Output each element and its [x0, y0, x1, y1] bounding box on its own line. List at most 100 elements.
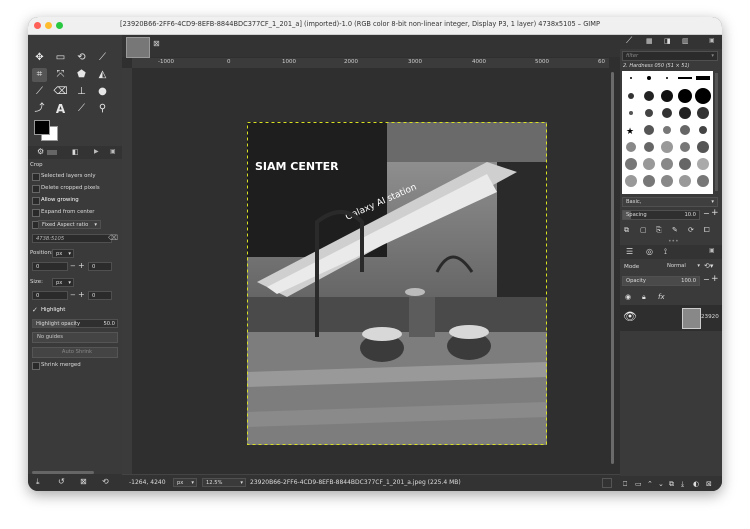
aspect-value-field[interactable]: 4738:5105 — [32, 234, 112, 243]
lasso-tool-icon[interactable]: ⟲ — [74, 51, 89, 65]
selected-layers-only-checkbox[interactable] — [32, 173, 40, 181]
layer-row[interactable]: 👁︎ 23920 — [620, 305, 722, 331]
layers-tab-icon[interactable]: ☰ — [626, 247, 633, 256]
spacing-slider[interactable]: Spacing 10.0 — [622, 210, 700, 220]
crop-tool-icon[interactable]: ⌗ — [32, 68, 47, 82]
lock-icon[interactable]: 🔒︎ — [642, 292, 646, 302]
new-brush-icon[interactable]: ▢ — [640, 225, 647, 235]
copy-brush-icon[interactable]: ⎘ — [656, 225, 662, 235]
delete-cropped-pixels-label: Delete cropped pixels — [41, 185, 100, 191]
smudge-tool-icon[interactable]: ● — [95, 85, 110, 99]
close-tab-icon[interactable]: ⊠ — [153, 39, 160, 48]
patterns-tab-icon[interactable]: ▦ — [646, 37, 653, 45]
composite-mode-icon[interactable]: ⟲▾ — [704, 262, 713, 270]
brush-tag-select[interactable]: Basic, ▾ — [622, 197, 718, 207]
paintbrush-tool-icon[interactable]: ⟋ — [32, 85, 47, 99]
fx-icon[interactable]: fx — [658, 292, 665, 302]
minimize-window-button[interactable] — [45, 22, 52, 29]
allow-growing-checkbox[interactable] — [32, 197, 40, 205]
size-unit-select[interactable]: px ▾ — [52, 278, 74, 287]
expand-from-center-checkbox[interactable] — [32, 209, 40, 217]
size-h-input[interactable]: 0 — [88, 291, 112, 300]
duplicate-brush-icon[interactable]: ⧉ — [624, 225, 629, 235]
guides-select[interactable]: No guides — [32, 332, 118, 343]
tab-menu-right-icon[interactable]: ▣ — [110, 148, 116, 155]
rect-select-tool-icon[interactable]: ▭ — [53, 51, 68, 65]
merge-layer-icon[interactable]: ⤓ — [681, 479, 684, 489]
fuzzy-select-tool-icon[interactable]: ⟋ — [95, 51, 110, 65]
paths-tool-icon[interactable]: ⤴ — [32, 102, 47, 116]
increment-icon[interactable]: + — [711, 208, 719, 218]
shrink-merged-checkbox[interactable] — [32, 362, 40, 370]
fonts-tab-icon[interactable]: ◨ — [664, 37, 671, 45]
tab-menu-icon[interactable]: ▣ — [709, 247, 715, 254]
edit-brush-icon[interactable]: ✎ — [672, 225, 678, 235]
opacity-slider[interactable]: Opacity 100.0 — [622, 276, 700, 286]
delete-layer-icon[interactable]: ⊠ — [706, 479, 712, 489]
close-window-button[interactable] — [34, 22, 41, 29]
aspect-mode-select[interactable]: Fixed Aspect ratio ▾ — [38, 220, 101, 229]
zoom-window-button[interactable] — [56, 22, 63, 29]
transform-tool-icon[interactable]: ⤧ — [53, 68, 68, 82]
decrement-icon[interactable]: − — [703, 209, 710, 218]
move-tool-icon[interactable]: ✥ — [32, 51, 47, 65]
device-status-tab-icon[interactable] — [47, 150, 57, 155]
zoom-select[interactable]: 12.5% ▾ — [202, 478, 246, 487]
open-brush-icon[interactable]: ⧠ — [704, 225, 710, 235]
highlight-opacity-slider[interactable]: Highlight opacity 50.0 — [32, 319, 118, 328]
refresh-brushes-icon[interactable]: ⟳ — [688, 225, 694, 235]
auto-shrink-button[interactable]: Auto Shrink — [32, 347, 118, 358]
warp-tool-icon[interactable]: ⬟ — [74, 68, 89, 82]
new-group-icon[interactable]: ▭ — [635, 479, 642, 489]
scrollbar-thumb[interactable] — [611, 72, 614, 464]
brush-grid-scrollbar[interactable] — [715, 73, 718, 191]
eye-icon[interactable]: 👁︎ — [623, 310, 637, 323]
increment-icon[interactable]: + — [78, 290, 85, 299]
undo-history-tab-icon[interactable]: ◧ — [72, 148, 79, 156]
decrement-icon[interactable]: − — [703, 275, 710, 284]
reset-options-icon[interactable]: ⟲ — [102, 477, 109, 487]
channels-tab-icon[interactable]: ◎ — [646, 247, 653, 256]
clone-tool-icon[interactable]: ⊥ — [74, 85, 89, 99]
bucket-fill-tool-icon[interactable]: ◭ — [95, 68, 110, 82]
clear-field-icon[interactable]: ⌫ — [108, 234, 118, 242]
position-y-input[interactable]: 0 — [88, 262, 112, 271]
mask-icon[interactable]: ◐ — [693, 479, 699, 489]
new-layer-icon[interactable]: ⎕ — [623, 479, 627, 489]
delete-options-icon[interactable]: ⊠ — [80, 477, 87, 487]
unit-select[interactable]: px ▾ — [173, 478, 197, 487]
brush-tag-value: Basic, — [626, 199, 642, 205]
brushes-tab-icon[interactable]: ⟋ — [626, 36, 632, 46]
image-tab-thumbnail[interactable] — [126, 37, 150, 58]
fg-bg-colors[interactable] — [34, 120, 58, 141]
save-options-icon[interactable]: ⤓ — [36, 477, 40, 487]
restore-options-icon[interactable]: ↺ — [58, 477, 65, 487]
text-tool-icon[interactable]: A — [53, 102, 68, 116]
tab-menu-left-icon[interactable]: ▶ — [94, 148, 99, 155]
decrement-icon[interactable]: − — [70, 291, 76, 299]
brush-filter-input[interactable]: filter ▾ — [622, 51, 718, 61]
checkmark-icon[interactable]: ✓ — [32, 306, 38, 314]
position-x-input[interactable]: 0 — [32, 262, 68, 271]
quick-mask-toggle-icon[interactable] — [602, 478, 612, 488]
duplicate-layer-icon[interactable]: ⧉ — [669, 479, 674, 489]
eraser-tool-icon[interactable]: ⌫ — [53, 85, 68, 99]
delete-cropped-pixels-checkbox[interactable] — [32, 185, 40, 193]
size-w-input[interactable]: 0 — [32, 291, 68, 300]
color-picker-tool-icon[interactable]: ⟋ — [74, 102, 89, 116]
tool-options-tab-icon[interactable]: ⚙ — [37, 147, 44, 156]
zoom-tool-icon[interactable]: ⚲ — [95, 102, 110, 116]
mode-select[interactable]: Normal ▾ — [664, 262, 701, 272]
raise-layer-icon[interactable]: ⌃ — [647, 479, 653, 489]
tab-menu-icon[interactable]: ▣ — [709, 37, 715, 44]
increment-icon[interactable]: + — [711, 274, 719, 284]
visibility-header-icon[interactable]: ◉ — [625, 292, 631, 302]
increment-icon[interactable]: + — [78, 261, 85, 270]
vertical-scrollbar[interactable] — [609, 68, 617, 473]
paths-tab-icon[interactable]: ⟟ — [664, 247, 667, 257]
document-history-tab-icon[interactable]: ▥ — [682, 37, 689, 45]
lower-layer-icon[interactable]: ⌄ — [658, 479, 664, 489]
brush-grid[interactable]: ★ — [622, 71, 713, 194]
decrement-icon[interactable]: − — [70, 262, 76, 270]
position-unit-select[interactable]: px ▾ — [52, 249, 74, 258]
